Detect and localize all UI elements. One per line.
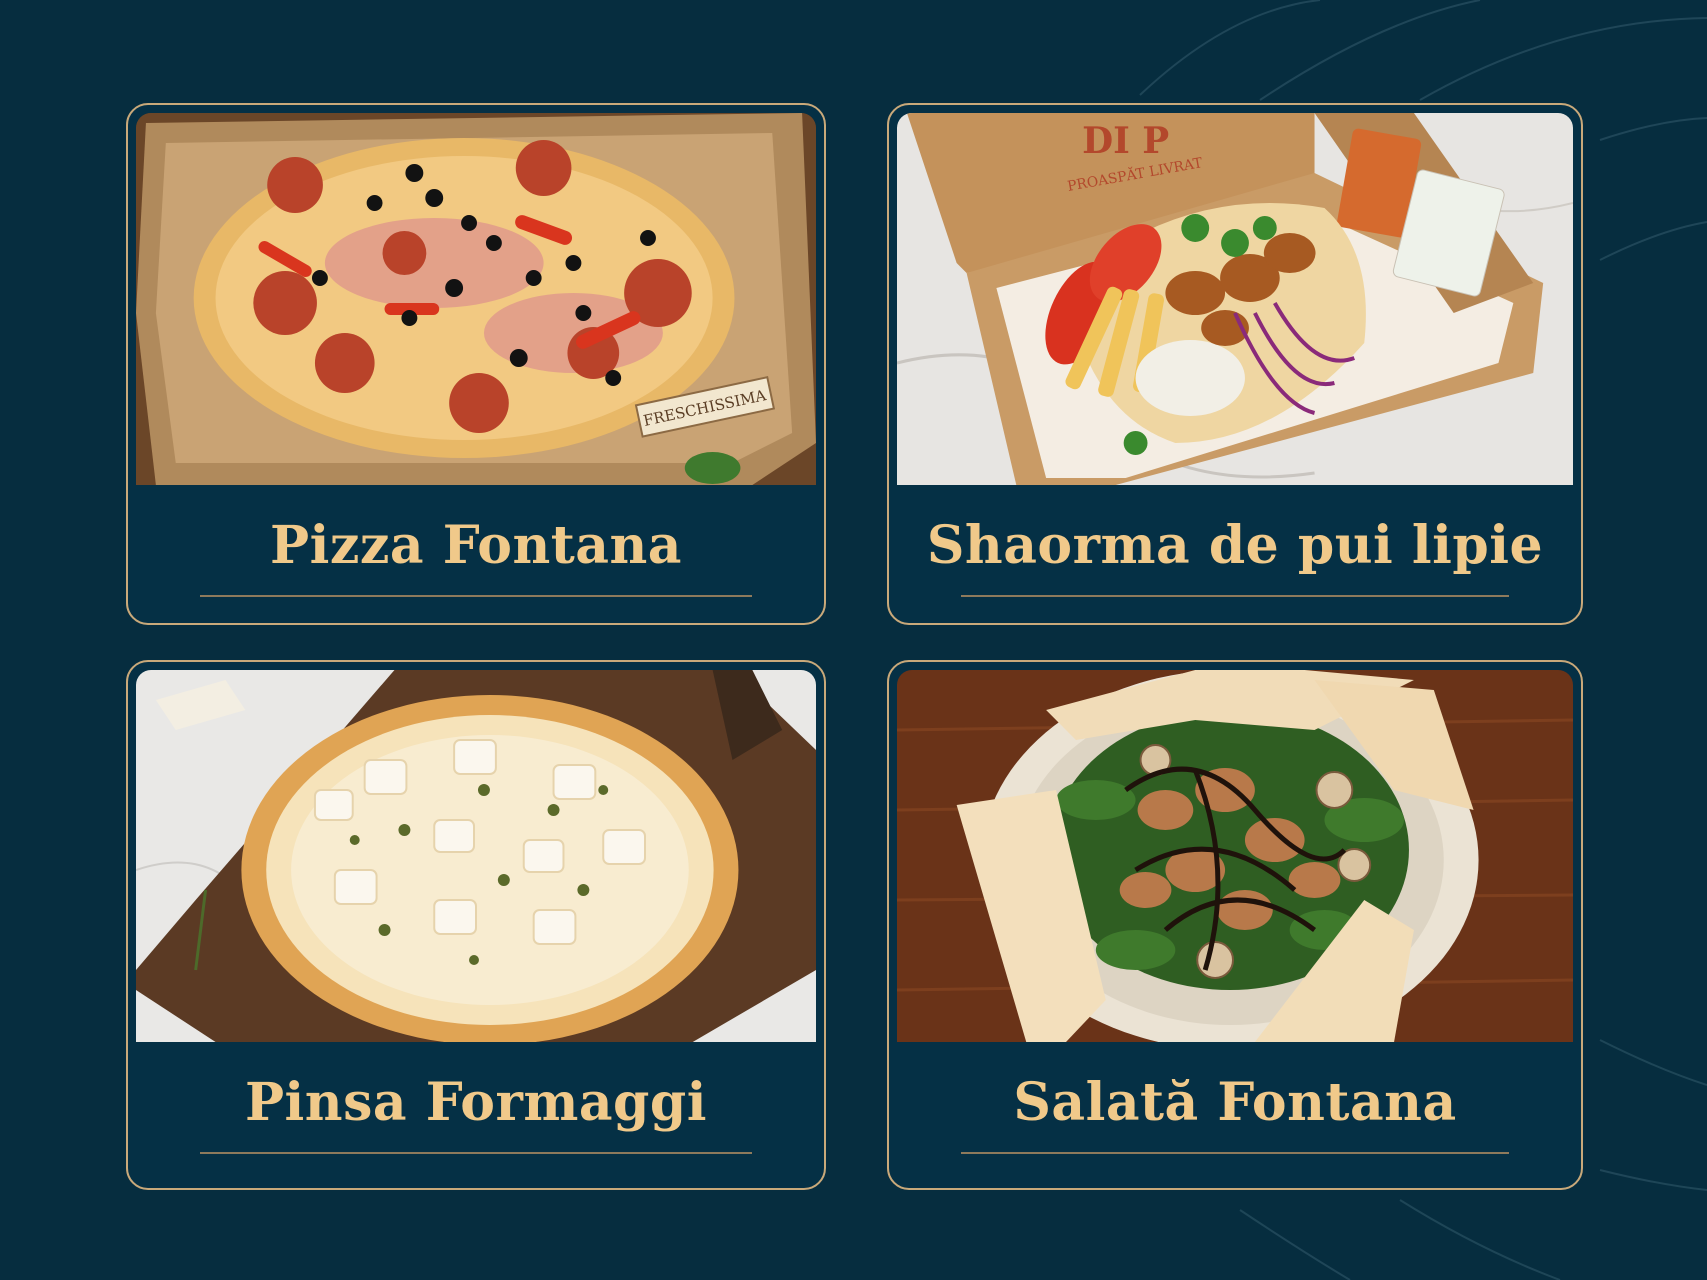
pinsa-formaggi-photo: [136, 670, 816, 1042]
pizza-fontana-photo: FRESCHISSIMA: [136, 113, 816, 485]
card-title: Shaorma de pui lipie: [926, 515, 1544, 576]
menu-card-shaorma-de-pui-lipie[interactable]: DI P PROASPĂT LIVRAT Shaorma de pui lipi…: [887, 103, 1583, 625]
card-divider: [200, 595, 752, 597]
menu-card-pizza-fontana[interactable]: FRESCHISSIMA Pizza Fontana: [126, 103, 826, 625]
card-divider: [200, 1152, 752, 1154]
card-divider: [961, 595, 1509, 597]
card-title: Pinsa Formaggi: [244, 1072, 708, 1133]
menu-card-pinsa-formaggi[interactable]: Pinsa Formaggi: [126, 660, 826, 1190]
salata-fontana-photo: [897, 670, 1573, 1042]
shaorma-photo: DI P PROASPĂT LIVRAT: [897, 113, 1573, 485]
menu-card-salata-fontana[interactable]: Salată Fontana: [887, 660, 1583, 1190]
card-title: Pizza Fontana: [270, 515, 682, 576]
shaorma-box-brand: DI P: [1082, 120, 1169, 162]
card-divider: [961, 1152, 1509, 1154]
card-title: Salată Fontana: [1013, 1072, 1457, 1133]
